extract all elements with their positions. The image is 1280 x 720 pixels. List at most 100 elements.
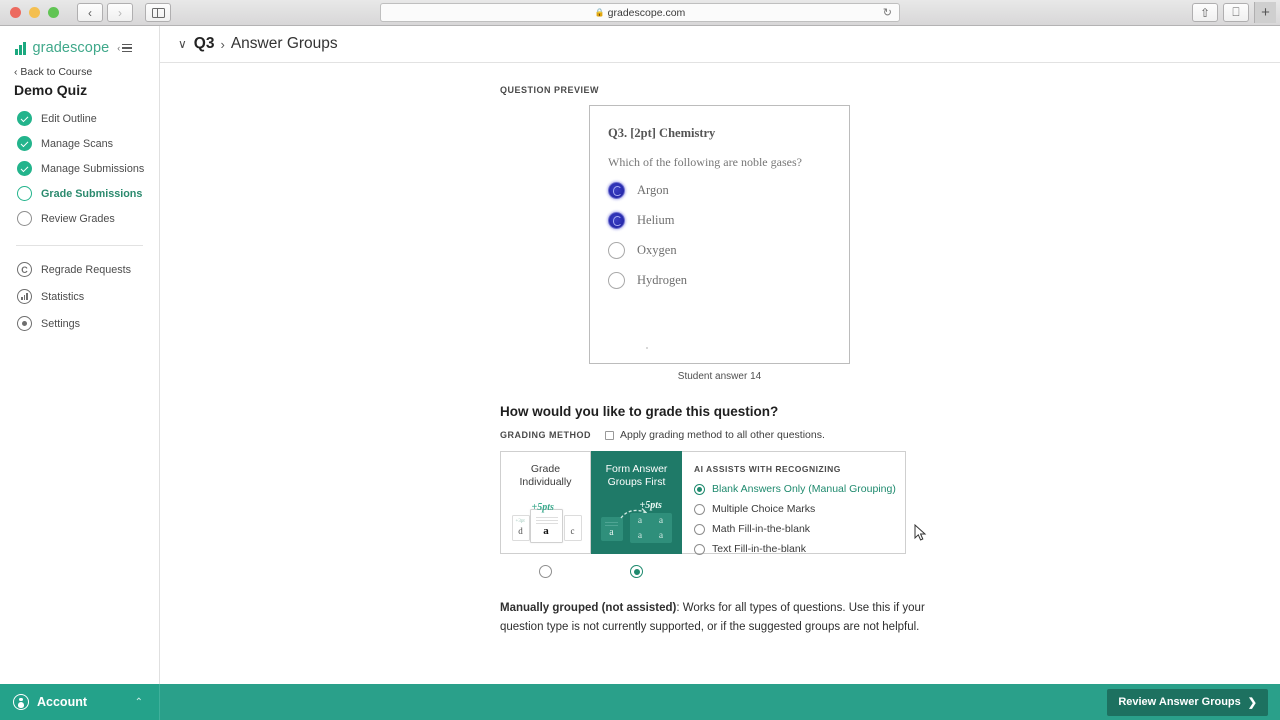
radio-icon[interactable] xyxy=(694,523,705,535)
sidebar-item-label: Settings xyxy=(41,317,81,330)
gradescope-bars-icon xyxy=(15,41,26,55)
preview-option: Oxygen xyxy=(608,242,831,259)
ai-option-text-fill-in-the-blank[interactable]: Text Fill-in-the-blank xyxy=(694,543,905,555)
close-window-button[interactable] xyxy=(10,7,21,18)
grading-method-row: GRADING METHOD Apply grading method to a… xyxy=(500,429,1280,441)
sidebar-secondary-nav: C Regrade Requests Statistics Settings xyxy=(0,256,159,337)
ai-option-blank-answers[interactable]: Blank Answers Only (Manual Grouping) xyxy=(694,483,905,495)
chevron-right-icon: ❯ xyxy=(1247,696,1257,709)
url-text: gradescope.com xyxy=(607,6,686,19)
sidebar: gradescope ‹ ‹ Back to Course Demo Quiz … xyxy=(0,26,160,720)
sidebar-item-regrade-requests[interactable]: C Regrade Requests xyxy=(0,256,159,283)
grade-individually-radio[interactable] xyxy=(539,565,552,578)
reload-icon[interactable]: ↻ xyxy=(883,6,892,19)
points-annotation: +5pts xyxy=(531,502,554,514)
review-answer-groups-button[interactable]: Review Answer Groups ❯ xyxy=(1107,688,1268,716)
card-title: Grade Individually xyxy=(520,463,572,489)
apply-all-label: Apply grading method to all other questi… xyxy=(620,429,825,441)
question-preview-section: QUESTION PREVIEW Q3. [2pt] Chemistry Whi… xyxy=(500,85,920,382)
ai-option-math-fill-in-the-blank[interactable]: Math Fill-in-the-blank xyxy=(694,523,905,535)
new-tab-icon: + xyxy=(1261,4,1270,21)
card-title-line1: Form Answer xyxy=(605,463,668,475)
form-answer-groups-card[interactable]: Form Answer Groups First a a a a a +5pts xyxy=(591,451,682,554)
check-circle-icon xyxy=(17,111,32,126)
grading-heading: How would you like to grade this questio… xyxy=(500,404,779,419)
sidebar-item-review-grades[interactable]: Review Grades xyxy=(0,206,159,231)
card-title-line2: Groups First xyxy=(607,476,666,489)
sidebar-item-label: Edit Outline xyxy=(41,112,97,125)
page-letter: d xyxy=(518,526,523,537)
sidebar-divider xyxy=(16,245,143,246)
sidebar-item-grade-submissions[interactable]: Grade Submissions xyxy=(0,181,159,206)
brand-logo[interactable]: gradescope ‹ xyxy=(0,26,159,56)
radio-icon[interactable] xyxy=(694,503,705,515)
grading-method-cards: Grade Individually +3pt d c a +5pts Form… xyxy=(500,451,906,555)
footer-bar: Account ⌃ Review Answer Groups ❯ xyxy=(0,684,1280,720)
sidebar-item-edit-outline[interactable]: Edit Outline xyxy=(0,106,159,131)
expand-chevron-icon[interactable]: ∨ xyxy=(178,37,187,51)
tabs-icon[interactable]: ⎕ xyxy=(1223,3,1249,22)
grade-individually-radio-cell xyxy=(500,565,591,578)
grade-individually-card[interactable]: Grade Individually +3pt d c a +5pts xyxy=(500,451,591,554)
collapse-chevron-icon: ‹ xyxy=(117,43,121,53)
sidebar-nav: Edit Outline Manage Scans Manage Submiss… xyxy=(0,106,159,231)
sidebar-collapse-button[interactable]: ‹ xyxy=(117,43,133,53)
empty-bubble-icon xyxy=(608,272,625,289)
maximize-window-button[interactable] xyxy=(48,7,59,18)
forward-button[interactable]: › xyxy=(107,3,133,22)
window-traffic-lights xyxy=(10,7,59,18)
sidebar-item-statistics[interactable]: Statistics xyxy=(0,283,159,310)
radio-icon[interactable] xyxy=(694,543,705,555)
preview-option: Hydrogen xyxy=(608,272,831,289)
breadcrumb-separator: › xyxy=(220,36,225,52)
sidebar-item-label: Grade Submissions xyxy=(41,187,143,200)
apply-all-checkbox[interactable] xyxy=(605,430,614,440)
preview-question-text: Which of the following are noble gases? xyxy=(608,155,802,169)
account-menu[interactable]: Account ⌃ xyxy=(0,684,160,720)
browser-chrome: ‹ › 🔒 gradescope.com ↻ ⇧ ⎕ + xyxy=(0,0,1280,26)
address-bar[interactable]: 🔒 gradescope.com ↻ xyxy=(380,3,900,22)
points-annotation: +5pts xyxy=(639,500,662,512)
minimize-window-button[interactable] xyxy=(29,7,40,18)
sidebar-item-manage-submissions[interactable]: Manage Submissions xyxy=(0,156,159,181)
question-preview-card[interactable]: Q3. [2pt] Chemistry Which of the followi… xyxy=(589,105,850,364)
radio-icon[interactable] xyxy=(694,483,705,495)
open-circle-icon xyxy=(17,211,32,226)
back-to-course-link[interactable]: ‹ Back to Course xyxy=(0,56,159,78)
preview-option-label: Hydrogen xyxy=(637,273,687,287)
ai-option-multiple-choice-marks[interactable]: Multiple Choice Marks xyxy=(694,503,905,515)
form-answer-groups-radio[interactable] xyxy=(630,565,643,578)
page-letter: c xyxy=(570,526,575,537)
preview-option: Argon xyxy=(608,182,831,199)
check-circle-icon xyxy=(17,136,32,151)
page-title: Answer Groups xyxy=(230,35,338,52)
ai-option-label: Multiple Choice Marks xyxy=(712,503,816,515)
preview-option-label: Oxygen xyxy=(637,243,677,257)
sidebar-item-manage-scans[interactable]: Manage Scans xyxy=(0,131,159,156)
breadcrumb-question[interactable]: Q3 xyxy=(194,35,215,53)
group-letter: a xyxy=(637,530,643,541)
preview-caption: Student answer 14 xyxy=(677,371,762,382)
page-thumb-left: +3pt d xyxy=(511,515,530,542)
new-tab-button[interactable]: + xyxy=(1254,2,1276,23)
answer-groups-illustration: a a a a a +5pts xyxy=(600,500,674,545)
sidebar-item-settings[interactable]: Settings xyxy=(0,310,159,337)
sidebar-toggle-button[interactable] xyxy=(145,3,171,22)
method-description-bold: Manually grouped (not assisted) xyxy=(500,602,677,614)
preview-question-title: Q3. [2pt] Chemistry xyxy=(608,126,716,140)
content-scroll-area: QUESTION PREVIEW Q3. [2pt] Chemistry Whi… xyxy=(160,63,1280,720)
sidebar-item-label: Manage Submissions xyxy=(41,162,145,175)
lock-icon: 🔒 xyxy=(594,8,605,17)
app-root: gradescope ‹ ‹ Back to Course Demo Quiz … xyxy=(0,26,1280,720)
card-title: Form Answer Groups First xyxy=(606,463,668,489)
apply-all-checkbox-row[interactable]: Apply grading method to all other questi… xyxy=(605,429,825,441)
preview-option-label: Argon xyxy=(637,183,669,197)
browser-toolbar-right: ⇧ ⎕ + xyxy=(1192,2,1276,23)
share-icon[interactable]: ⇧ xyxy=(1192,3,1218,22)
card-title-line1: Grade xyxy=(530,463,561,475)
scan-speck xyxy=(646,347,648,349)
sidebar-item-label: Manage Scans xyxy=(41,137,114,150)
group-letter: a xyxy=(658,530,664,541)
back-button[interactable]: ‹ xyxy=(77,3,103,22)
hamburger-icon xyxy=(122,43,133,53)
